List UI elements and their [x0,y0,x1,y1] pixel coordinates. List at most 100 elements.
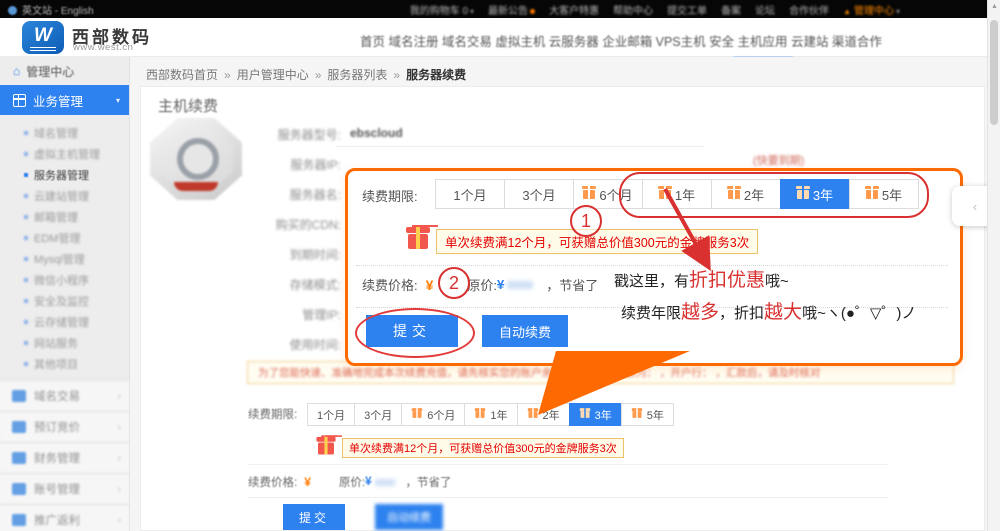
sidebar-item-edm[interactable]: EDM管理 [0,227,129,248]
promo-row-small: 单次续费满12个月，可获赠总价值300元的金牌服务3次 [316,438,624,458]
divider [248,464,888,465]
sidebar-item-domains[interactable]: 域名管理 [0,122,129,143]
sidebar-item-cloud-storage[interactable]: 云存储管理 [0,311,129,332]
finance-icon [12,452,26,464]
admin-center-link[interactable]: ▲管理中心▾ [843,2,900,17]
submit-button[interactable]: 提交 [366,315,458,347]
sidebar-section-business[interactable]: 业务管理 ▾ [0,85,129,115]
price-currency: ¥ [426,277,434,293]
sidebar-item-miniprogram[interactable]: 微信小程序 [0,269,129,290]
account-icon [12,483,26,495]
price-label: 续费价格: [362,275,418,294]
sidebar-section-account[interactable]: 账号管理› [0,473,129,504]
west-logo[interactable]: W [22,21,64,54]
chevron-right-icon: › [118,484,121,495]
nav-domain-trade[interactable]: 域名交易 [442,31,492,50]
scroll-up-icon: ▲ [991,3,998,10]
topbar-link-deals[interactable]: 大客户特惠 [549,2,599,17]
bullet-icon [24,152,28,156]
scrollbar-thumb[interactable] [990,20,998,125]
chevron-right-icon: › [118,422,121,433]
divider [248,497,888,498]
chevron-down-icon: ▾ [470,7,474,16]
period-option-3year-selected[interactable]: 3年 [780,179,850,209]
original-price-label: 原价: [467,275,497,294]
sidebar-item-admin-center[interactable]: ⌂ 管理中心 [0,57,129,85]
original-price-redacted [375,479,395,486]
original-price-redacted [507,281,533,289]
sidebar-item-other[interactable]: 其他项目 [0,353,129,374]
period-option-3month[interactable]: 3个月 [354,403,402,426]
field-label-manage-ip: 管理IP: [243,306,341,323]
auto-renew-button[interactable]: 自动续费 [482,315,568,347]
sidebar-section-referral[interactable]: 推广返利› [0,504,129,531]
page-title: 主机续费 [158,95,218,116]
period-option-1month[interactable]: 1个月 [435,179,505,209]
field-label-name: 服务器名: [243,186,341,203]
gift-icon [318,442,334,454]
sidebar-item-mailbox[interactable]: 邮箱管理 [0,206,129,227]
field-label-storage: 存储模式: [243,276,341,293]
nav-domain-register[interactable]: 域名注册 [388,31,438,50]
period-option-2year[interactable]: 2年 [517,403,570,426]
saving-label: ，节省了 [546,275,598,294]
auto-renew-button-small[interactable]: 自动续费 [375,504,443,530]
sidebar-item-site-builder[interactable]: 云建站管理 [0,185,129,206]
period-option-5year[interactable]: 5年 [849,179,919,209]
nav-vps[interactable]: VPS主机 [656,31,706,50]
field-value-model: ebscloud [350,126,403,140]
site-switch-label: 英文站 - English [22,6,94,17]
nav-cloud-server[interactable]: 云服务器 [549,31,599,50]
sidebar-item-mysql[interactable]: Mysql管理 [0,248,129,269]
step-1-badge: 1 [570,205,602,237]
nav-security[interactable]: 安全 [709,31,734,50]
server-product-image [150,118,242,200]
sidebar-item-server-active[interactable]: 服务器管理 [0,164,129,185]
period-option-3month[interactable]: 3个月 [504,179,574,209]
sidebar-section-finance[interactable]: 财务管理› [0,442,129,473]
topbar-link-ticket[interactable]: 提交工单 [667,2,707,17]
nav-home[interactable]: 首页 [360,31,385,50]
field-label-ip: 服务器IP: [243,156,341,173]
domain-trade-icon [12,390,26,402]
sidebar-item-website-service[interactable]: 网站服务 [0,332,129,353]
topbar-link-partners[interactable]: 合作伙伴 [789,2,829,17]
sidebar-section-preorder[interactable]: 预订竞价› [0,411,129,442]
period-option-3year-selected[interactable]: 3年 [569,403,622,426]
topbar-link-help[interactable]: 帮助中心 [613,2,653,17]
bullet-icon [24,362,28,366]
sidebar-item-security-monitor[interactable]: 安全及监控 [0,290,129,311]
bullet-icon [24,131,28,135]
sidebar-sub-list: 域名管理 虚拟主机管理 服务器管理 云建站管理 邮箱管理 EDM管理 Mysql… [0,115,129,380]
cart-link[interactable]: 我的购物车 0▾ [410,2,474,17]
breadcrumb-home[interactable]: 西部数码首页 [146,68,218,82]
brand-url: www.west.cn [73,42,133,53]
submit-button-small[interactable]: 提交 [283,504,345,530]
breadcrumb-sep: » [224,68,231,82]
chevron-right-icon: › [118,515,121,526]
breadcrumb-server-list[interactable]: 服务器列表 [327,68,387,82]
nav-virtual-host[interactable]: 虚拟主机 [495,31,545,50]
topbar-link-announcements[interactable]: 最新公告 [488,2,535,17]
period-option-1year[interactable]: 1年 [464,403,517,426]
nav-site-builder[interactable]: 云建站 [791,31,829,50]
scrollbar[interactable]: ▲ [987,0,1000,531]
period-option-6month[interactable]: 6个月 [401,403,465,426]
renewal-callout-bubble: 续费期限: 1个月 3个月 6个月 1年 2年 3年 5年 1 单次续费满12个… [345,168,963,366]
topbar-link-forum[interactable]: 论坛 [755,2,775,17]
sidebar-item-virtual-host[interactable]: 虚拟主机管理 [0,143,129,164]
site-switch-link[interactable]: 英文站 - English [8,2,94,17]
breadcrumb-user-center[interactable]: 用户管理中心 [237,68,309,82]
promo-text-small: 单次续费满12个月，可获赠总价值300元的金牌服务3次 [342,438,624,458]
period-option-1month[interactable]: 1个月 [307,403,355,426]
nav-enterprise-mail[interactable]: 企业邮箱 [602,31,652,50]
nav-host-apps-active[interactable]: 主机应用 [738,31,788,50]
topbar-link-icp[interactable]: 备案 [721,2,741,17]
price-label: 续费价格: [248,474,297,490]
chevron-down-icon: ▾ [896,7,900,16]
breadcrumb-sep: » [393,68,400,82]
sidebar-section-domain-trade[interactable]: 域名交易› [0,380,129,411]
period-option-5year[interactable]: 5年 [621,403,674,426]
nav-channel[interactable]: 渠道合作 [832,31,882,50]
original-price-currency: ¥ [365,476,371,488]
